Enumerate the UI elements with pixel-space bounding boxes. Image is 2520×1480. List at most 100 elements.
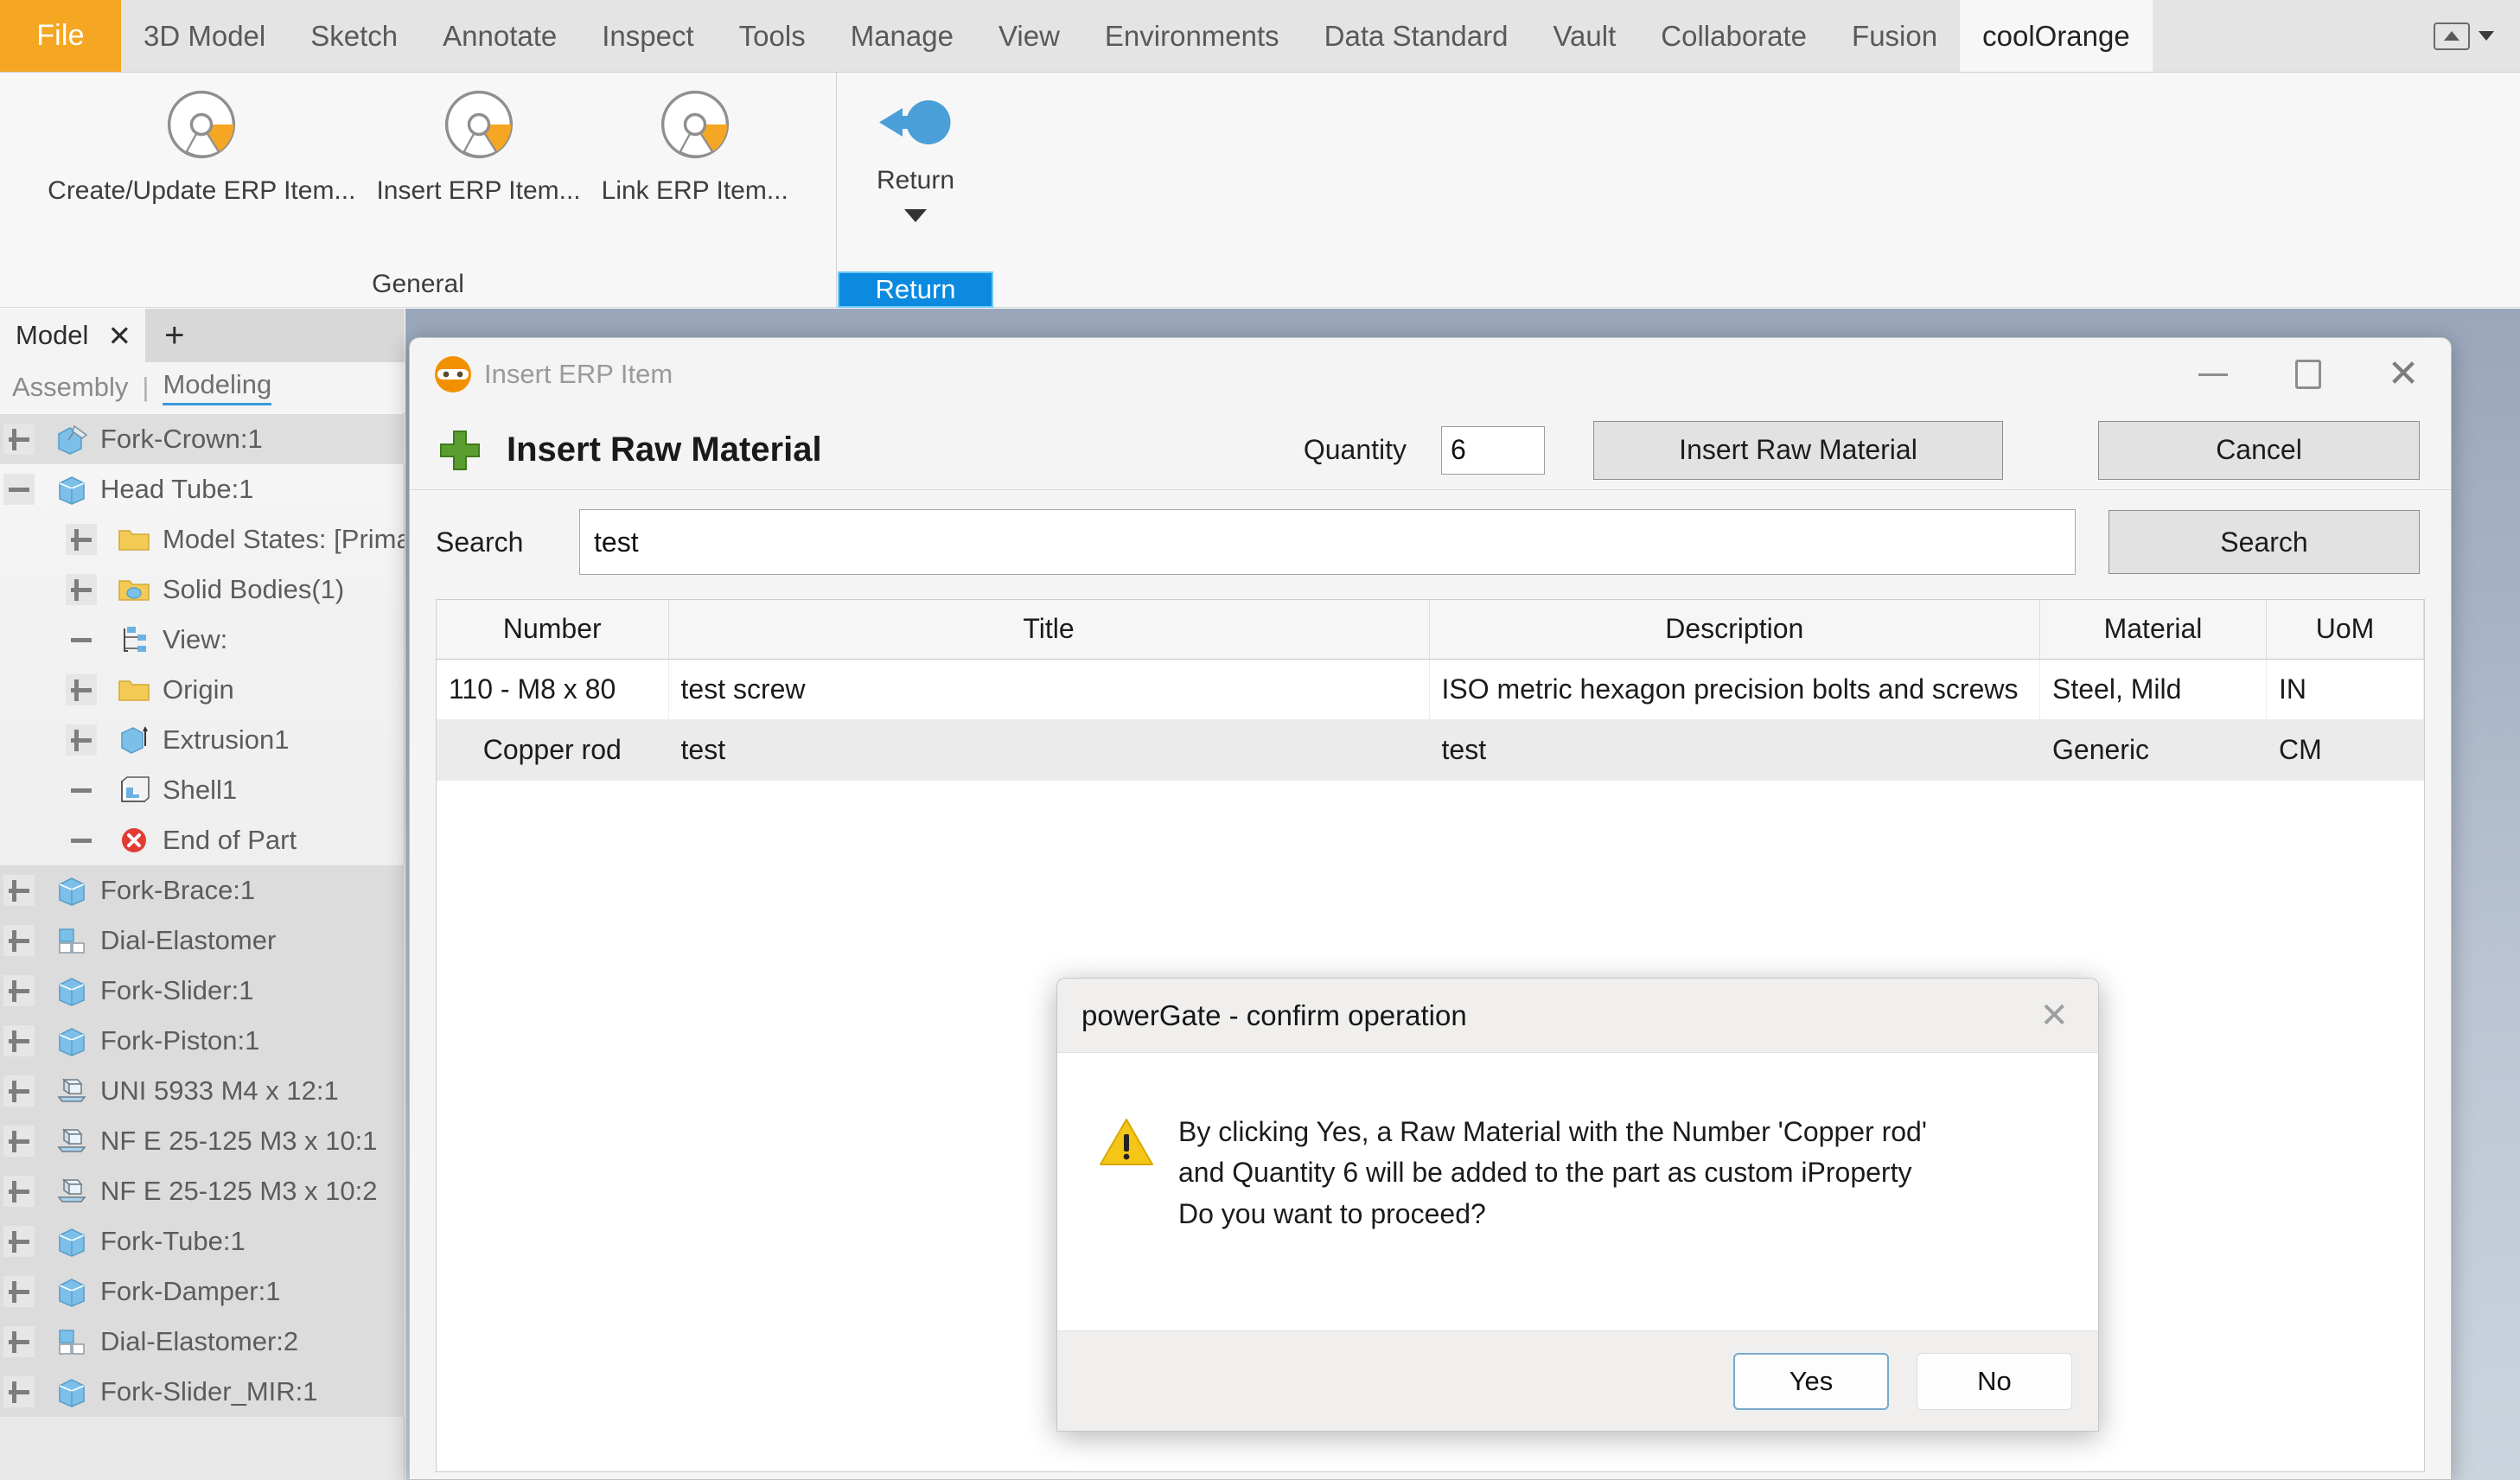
confirm-dialog-footer: Yes No bbox=[1057, 1330, 2098, 1431]
erp-item-icon bbox=[439, 85, 519, 164]
tab-manage[interactable]: Manage bbox=[828, 0, 976, 72]
tree-item[interactable]: Model States: [Primary bbox=[0, 514, 405, 565]
tree-item[interactable]: Shell1 bbox=[0, 765, 405, 815]
close-icon: ✕ bbox=[2387, 353, 2420, 395]
tree-item[interactable]: Extrusion1 bbox=[0, 715, 405, 765]
column-header-number[interactable]: Number bbox=[437, 600, 669, 660]
expand-icon[interactable] bbox=[3, 1075, 35, 1107]
tab-sketch[interactable]: Sketch bbox=[288, 0, 420, 72]
minimize-button[interactable] bbox=[2166, 338, 2261, 411]
insert-raw-material-button[interactable]: Insert Raw Material bbox=[1593, 420, 2003, 480]
tab-annotate[interactable]: Annotate bbox=[420, 0, 579, 72]
quantity-input[interactable]: 6 bbox=[1441, 425, 1545, 475]
tree-item-label: End of Part bbox=[163, 825, 297, 855]
subtab-modeling[interactable]: Modeling bbox=[163, 369, 272, 405]
part-icon bbox=[54, 1374, 90, 1410]
cancel-button[interactable]: Cancel bbox=[2098, 420, 2420, 480]
column-header-uom[interactable]: UoM bbox=[2266, 600, 2424, 660]
tab-environments[interactable]: Environments bbox=[1082, 0, 1302, 72]
collapse-icon[interactable] bbox=[3, 474, 35, 505]
tab-collaborate[interactable]: Collaborate bbox=[1638, 0, 1829, 72]
tree-item[interactable]: UNI 5933 M4 x 12:1 bbox=[0, 1066, 405, 1116]
tree-item[interactable]: Head Tube:1 bbox=[0, 464, 405, 514]
expand-icon[interactable] bbox=[3, 875, 35, 906]
tree-item-label: Head Tube:1 bbox=[100, 474, 254, 504]
tab-tools[interactable]: Tools bbox=[717, 0, 828, 72]
search-input[interactable]: test bbox=[579, 509, 2076, 575]
tree-item[interactable]: Fork-Crown:1 bbox=[0, 414, 405, 464]
tree-item[interactable]: View: bbox=[0, 615, 405, 665]
tab-3d-model[interactable]: 3D Model bbox=[121, 0, 288, 72]
search-button[interactable]: Search bbox=[2109, 510, 2420, 574]
search-button-label: Search bbox=[2220, 526, 2308, 558]
expand-icon[interactable] bbox=[66, 524, 97, 555]
tab-label: coolOrange bbox=[1982, 19, 2130, 52]
tree-item[interactable]: Fork-Slider:1 bbox=[0, 966, 405, 1016]
tab-file-label: File bbox=[36, 19, 85, 52]
close-icon[interactable]: ✕ bbox=[107, 322, 131, 350]
tree-item[interactable]: Origin bbox=[0, 665, 405, 715]
expand-icon[interactable] bbox=[3, 975, 35, 1006]
browser-tab-model[interactable]: Model ✕ bbox=[0, 309, 146, 362]
expand-icon[interactable] bbox=[3, 1326, 35, 1357]
expand-icon[interactable] bbox=[3, 1025, 35, 1056]
return-group-pill[interactable]: Return bbox=[838, 271, 993, 308]
erp-item-icon bbox=[655, 85, 735, 164]
cell-material: Generic bbox=[2039, 719, 2267, 781]
tree-item[interactable]: Fork-Damper:1 bbox=[0, 1266, 405, 1317]
expand-icon[interactable] bbox=[66, 574, 97, 605]
tab-data-standard[interactable]: Data Standard bbox=[1302, 0, 1531, 72]
close-icon[interactable]: ✕ bbox=[2026, 998, 2083, 1033]
create-update-erp-item-button[interactable]: Create/Update ERP Item... bbox=[37, 73, 366, 206]
tree-item-label: View: bbox=[163, 624, 228, 654]
tab-fusion[interactable]: Fusion bbox=[1829, 0, 1960, 72]
ribbon-display-options-button[interactable] bbox=[2416, 0, 2520, 72]
erp-dialog-titlebar[interactable]: Insert ERP Item ✕ bbox=[410, 338, 2451, 411]
tab-coolorange[interactable]: coolOrange bbox=[1960, 0, 2153, 72]
maximize-button[interactable] bbox=[2261, 338, 2356, 411]
subtab-assembly[interactable]: Assembly bbox=[12, 372, 128, 403]
expand-icon[interactable] bbox=[3, 925, 35, 956]
tab-label: View bbox=[998, 19, 1060, 52]
expand-icon[interactable] bbox=[66, 724, 97, 756]
column-header-title[interactable]: Title bbox=[668, 600, 1430, 660]
tree-item[interactable]: Solid Bodies(1) bbox=[0, 565, 405, 615]
column-header-material[interactable]: Material bbox=[2039, 600, 2267, 660]
ribbon-button-label: Create/Update ERP Item... bbox=[48, 176, 356, 205]
part-icon bbox=[54, 1273, 90, 1310]
table-row[interactable]: 110 - M8 x 80 test screw ISO metric hexago… bbox=[437, 659, 2424, 720]
tab-view[interactable]: View bbox=[976, 0, 1082, 72]
tree-item[interactable]: Dial-Elastomer:2 bbox=[0, 1317, 405, 1367]
expand-icon[interactable] bbox=[3, 1376, 35, 1407]
expand-icon[interactable] bbox=[3, 1276, 35, 1307]
tree-item[interactable]: NF E 25-125 M3 x 10:1 bbox=[0, 1116, 405, 1166]
tab-inspect[interactable]: Inspect bbox=[579, 0, 716, 72]
tree-item[interactable]: Fork-Tube:1 bbox=[0, 1216, 405, 1266]
column-header-description[interactable]: Description bbox=[1429, 600, 2040, 660]
tree-item[interactable]: Dial-Elastomer bbox=[0, 915, 405, 966]
expand-icon[interactable] bbox=[66, 674, 97, 705]
add-tab-icon[interactable]: + bbox=[164, 318, 184, 353]
cell-title: test bbox=[668, 719, 1430, 781]
confirm-dialog-titlebar[interactable]: powerGate - confirm operation ✕ bbox=[1057, 979, 2098, 1053]
erp-dialog-header: Insert Raw Material Quantity 6 Insert Ra… bbox=[410, 411, 2451, 490]
tree-item[interactable]: Fork-Slider_MIR:1 bbox=[0, 1367, 405, 1417]
no-button[interactable]: No bbox=[1917, 1352, 2072, 1410]
tree-item[interactable]: NF E 25-125 M3 x 10:2 bbox=[0, 1166, 405, 1216]
insert-erp-item-button[interactable]: Insert ERP Item... bbox=[366, 73, 590, 206]
tree-item[interactable]: Fork-Brace:1 bbox=[0, 865, 405, 915]
yes-button[interactable]: Yes bbox=[1733, 1352, 1889, 1410]
expand-icon[interactable] bbox=[3, 1226, 35, 1257]
expand-icon[interactable] bbox=[3, 1126, 35, 1157]
table-row[interactable]: Copper rod test test Generic CM bbox=[437, 719, 2424, 781]
search-row: Search test Search bbox=[410, 490, 2451, 594]
tab-file[interactable]: File bbox=[0, 0, 121, 72]
tab-vault[interactable]: Vault bbox=[1530, 0, 1638, 72]
expand-icon[interactable] bbox=[3, 424, 35, 455]
expand-icon[interactable] bbox=[3, 1176, 35, 1207]
chevron-down-icon[interactable] bbox=[904, 209, 927, 222]
link-erp-item-button[interactable]: Link ERP Item... bbox=[591, 73, 799, 206]
tree-item[interactable]: End of Part bbox=[0, 815, 405, 865]
tree-item[interactable]: Fork-Piston:1 bbox=[0, 1016, 405, 1066]
close-button[interactable]: ✕ bbox=[2356, 338, 2451, 411]
